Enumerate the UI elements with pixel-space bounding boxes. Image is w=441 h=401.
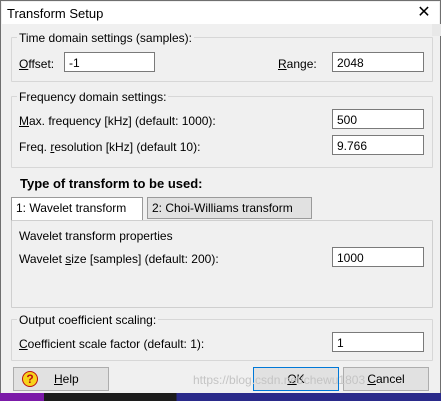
time-domain-title: Time domain settings (samples): xyxy=(17,31,194,45)
title-bar[interactable]: Transform Setup ✕ xyxy=(2,2,439,24)
frequency-domain-group xyxy=(11,96,433,168)
wavelet-size-input[interactable]: 1000 xyxy=(332,247,424,267)
max-frequency-label: Max. frequency [kHz] (default: 1000): xyxy=(19,114,216,128)
freq-resolution-input[interactable]: 9.766 xyxy=(332,135,424,155)
wavelet-size-label: Wavelet size [samples] (default: 200): xyxy=(19,252,219,266)
tab-wavelet-transform[interactable]: 1: Wavelet transform xyxy=(11,197,143,221)
scale-factor-input[interactable]: 1 xyxy=(332,332,424,352)
transform-type-heading: Type of transform to be used: xyxy=(20,176,203,191)
background-app-strip xyxy=(0,393,441,401)
help-button-label: Help xyxy=(54,372,79,386)
close-icon[interactable]: ✕ xyxy=(415,4,433,22)
scale-factor-label: Coefficient scale factor (default: 1): xyxy=(19,337,205,351)
scaling-title: Output coefficient scaling: xyxy=(17,313,159,327)
tab-choi-williams-transform[interactable]: 2: Choi-Williams transform xyxy=(147,197,312,219)
offset-input[interactable]: -1 xyxy=(64,52,155,72)
help-button[interactable]: ? Help xyxy=(13,367,109,391)
frequency-domain-title: Frequency domain settings: xyxy=(17,90,169,104)
background-window-edge xyxy=(432,24,441,36)
window-title: Transform Setup xyxy=(7,6,104,21)
question-icon: ? xyxy=(22,371,38,387)
max-frequency-input[interactable]: 500 xyxy=(332,109,424,129)
range-input[interactable]: 2048 xyxy=(332,52,424,72)
watermark-text: https://blog.csdn.net/chewu1803 xyxy=(193,373,366,387)
offset-label: Offset: xyxy=(19,57,55,71)
dialog-window: Transform Setup ✕ Time domain settings (… xyxy=(0,0,441,401)
wavelet-properties-title: Wavelet transform properties xyxy=(19,229,173,243)
range-label: Range: xyxy=(278,57,317,71)
freq-resolution-label: Freq. resolution [kHz] (default 10): xyxy=(19,140,201,154)
